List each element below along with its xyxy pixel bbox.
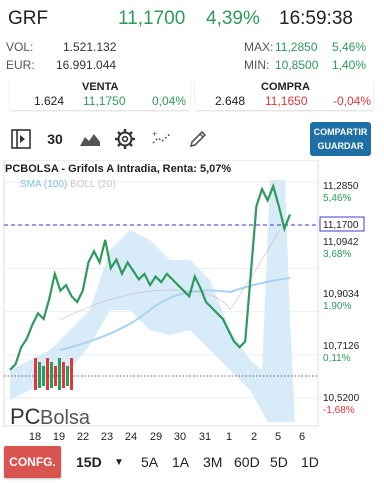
period-1d[interactable]: 1D — [301, 454, 319, 470]
min-value: 10,8500 — [275, 58, 319, 72]
price-chart[interactable]: 11,2850 5,46% 11,1700 11,0942 3,68% 10,9034 1,… — [0, 159, 384, 444]
max-percent: 5,46% — [332, 40, 367, 54]
period-60d[interactable]: 60D — [234, 454, 260, 470]
candle — [34, 358, 37, 390]
axis-price-label: 11,2850 — [323, 181, 359, 192]
indicator-legend: SMA (100) BOLL (20) — [20, 179, 116, 190]
eur-label: EUR: — [6, 58, 35, 72]
compra-percent: -0,04% — [333, 94, 372, 108]
candle — [66, 366, 69, 386]
min-label: MIN: — [244, 58, 270, 72]
gear-icon[interactable] — [112, 124, 138, 154]
candle — [38, 362, 41, 388]
quote-time: 16:59:38 — [279, 8, 353, 29]
period-bar: CONFG. 15D ▼ 5A 1A 3M 60D 5D 1D — [0, 444, 384, 483]
chart-title: PCBOLSA - Grifols A Intradia, Renta: 5,0… — [5, 163, 232, 175]
draw-pencil-icon[interactable] — [186, 124, 210, 154]
min-percent: 1,40% — [332, 58, 367, 72]
candle — [70, 358, 73, 390]
panel-toggle-icon[interactable] — [8, 124, 34, 154]
axis-price-label: 11,0942 — [323, 237, 359, 248]
change-percent: 4,39% — [206, 8, 260, 29]
period-1a[interactable]: 1A — [172, 454, 189, 470]
axis-percent-label: 5,46% — [323, 193, 351, 204]
axis-price-label: 11,1700 — [323, 220, 359, 231]
x-tick-label: 24 — [125, 431, 137, 443]
max-label: MAX: — [244, 40, 274, 54]
boll-legend: BOLL (20) — [70, 179, 116, 190]
x-tick-label: 30 — [174, 431, 186, 443]
venta-qty: 1.624 — [34, 94, 65, 108]
period-3m[interactable]: 3M — [203, 454, 222, 470]
axis-price-label: 10,5200 — [323, 393, 360, 404]
ticker-symbol: GRF — [8, 8, 49, 29]
candle — [42, 366, 45, 386]
interval-button[interactable]: 30 — [42, 124, 68, 154]
axis-percent-label: 3,68% — [323, 249, 351, 260]
period-5a[interactable]: 5A — [141, 454, 158, 470]
share-label: COMPARTIR — [313, 127, 368, 137]
x-tick-label: 22 — [77, 431, 89, 443]
last-price: 11,1700 — [118, 8, 186, 29]
axis-percent-label: 0,11% — [323, 353, 351, 364]
share-save-button[interactable]: COMPARTIR GUARDAR — [310, 122, 371, 156]
axis-percent-label: -1,68% — [323, 405, 355, 416]
x-tick-label: 6 — [299, 431, 305, 443]
config-button[interactable]: CONFG. — [4, 446, 61, 478]
venta-title: VENTA — [82, 81, 119, 93]
eur-value: 16.991.044 — [56, 58, 117, 72]
max-value: 11,2850 — [275, 40, 318, 54]
x-tick-label: 2 — [251, 431, 257, 443]
candle — [62, 362, 65, 388]
axis-price-label: 10,7126 — [323, 341, 360, 352]
area-chart-icon[interactable] — [78, 124, 102, 154]
period-15d[interactable]: 15D — [76, 454, 102, 470]
candle — [58, 358, 61, 390]
compra-title: COMPRA — [261, 81, 310, 93]
svg-text:+: + — [152, 129, 157, 139]
x-tick-label: 5 — [275, 431, 281, 443]
compra-qty: 2.648 — [215, 94, 246, 108]
watermark-bolsa: Bolsa — [40, 407, 91, 429]
compra-price: 11,1650 — [265, 94, 308, 108]
quote-header: GRF 11,1700 4,39% 16:59:38 — [0, 0, 384, 34]
venta-panel: VENTA 1.624 11,1750 0,04% — [10, 80, 190, 110]
save-label: GUARDAR — [317, 141, 364, 151]
period-5d[interactable]: 5D — [270, 454, 288, 470]
x-tick-label: 31 — [199, 431, 211, 443]
candle — [46, 358, 49, 390]
x-tick-label: 18 — [29, 431, 41, 443]
x-tick-label: 29 — [150, 431, 162, 443]
watermark-pc: PC — [10, 404, 41, 429]
venta-percent: 0,04% — [152, 94, 187, 108]
chevron-down-icon[interactable]: ▼ — [114, 457, 124, 468]
x-tick-label: 19 — [53, 431, 65, 443]
compra-panel: COMPRA 2.648 11,1650 -0,04% — [195, 80, 373, 110]
axis-price-label: 10,9034 — [323, 289, 360, 300]
vol-value: 1.521.132 — [63, 40, 117, 54]
venta-price: 11,1750 — [83, 94, 126, 108]
vol-label: VOL: — [6, 40, 34, 54]
candle — [50, 362, 53, 388]
candle — [54, 366, 57, 386]
x-tick-label: 23 — [101, 431, 113, 443]
indicators-icon[interactable]: + — [150, 124, 174, 154]
sma-legend: SMA (100) — [20, 179, 68, 190]
axis-percent-label: 1,90% — [323, 301, 351, 312]
x-tick-label: 1 — [226, 431, 232, 443]
chart-canvas: 11,28505,46% 11,1700 11,09423,68% 10,90341,… — [3, 159, 365, 443]
